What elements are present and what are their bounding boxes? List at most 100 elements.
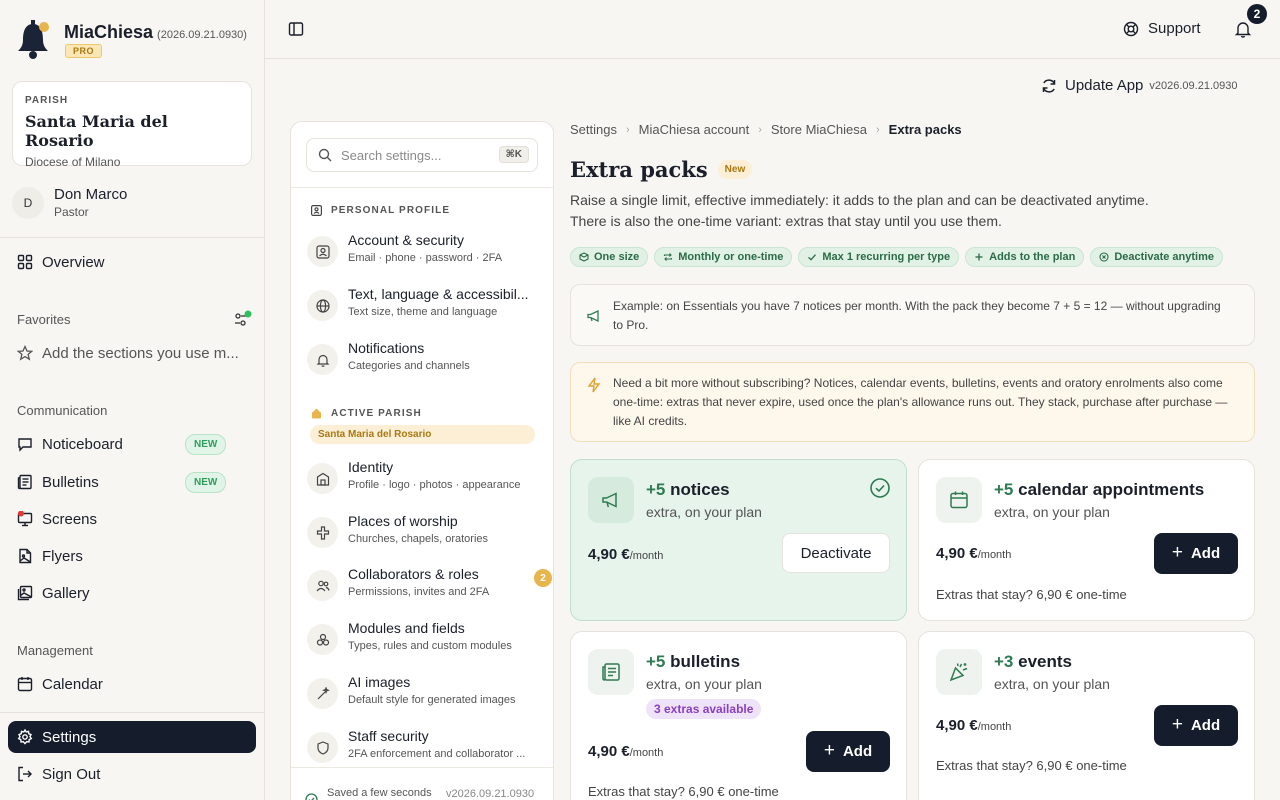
active-check-icon (870, 478, 890, 498)
item-title: Notifications (348, 340, 425, 356)
sidebar-item-label: Screens (42, 510, 98, 528)
item-subtitle: 2FA enforcement and collaborator ... (348, 748, 526, 760)
check-circle-icon (305, 793, 318, 800)
add-button[interactable]: + Add (1154, 705, 1238, 746)
user-profile[interactable]: D Don Marco Pastor (12, 186, 127, 219)
chip-label: Max 1 recurring per type (822, 251, 951, 263)
settings-item-text-language[interactable]: Text, language & accessibil... Text size… (307, 286, 547, 330)
parish-card[interactable]: PARISH Santa Maria del Rosario Diocese o… (12, 81, 252, 169)
breadcrumb-store[interactable]: Store MiaChiesa (771, 122, 867, 137)
pack-price: 4,90 €/month (936, 717, 1011, 734)
support-label: Support (1148, 20, 1201, 37)
plus-icon: + (823, 739, 835, 761)
settings-item-staff-security[interactable]: Staff security 2FA enforcement and colla… (307, 728, 547, 772)
pack-title: +3 events (994, 652, 1072, 672)
add-label: Add (1190, 545, 1221, 562)
count-badge: 2 (534, 569, 552, 587)
megaphone-icon (588, 477, 634, 523)
sidebar-item-label: Flyers (42, 547, 83, 565)
chip-label: Monthly or one-time (678, 251, 784, 263)
description-line: Raise a single limit, effective immediat… (570, 192, 1149, 208)
cross-icon (307, 517, 338, 548)
chip-label: Deactivate anytime (1114, 251, 1214, 263)
brand-logo[interactable] (16, 18, 50, 62)
settings-item-collaborators-roles[interactable]: Collaborators & roles Permissions, invit… (307, 566, 552, 610)
add-label: Add (842, 743, 873, 760)
breadcrumb: Settings › MiaChiesa account › Store MiaCh… (570, 122, 962, 137)
blocks-icon (307, 624, 338, 655)
magic-wand-icon (307, 678, 338, 709)
sidebar-item-label: Noticeboard (42, 435, 123, 453)
divider (291, 187, 553, 188)
megaphone-icon (587, 309, 599, 323)
sidebar-item-label: Settings (42, 728, 97, 746)
chip-adds-to-plan: Adds to the plan (965, 247, 1085, 267)
sidebar-item-label: Calendar (42, 675, 103, 693)
new-badge: NEW (185, 472, 227, 493)
one-time-note: Extras that stay? 6,90 € one-time (936, 758, 1127, 773)
deactivate-button[interactable]: Deactivate (782, 533, 890, 573)
chip-deactivate-anytime: Deactivate anytime (1090, 247, 1223, 267)
pro-badge: PRO (65, 44, 103, 58)
repeat-icon (664, 253, 673, 261)
price-value: 4,90 € (936, 717, 978, 734)
add-button[interactable]: + Add (806, 731, 890, 772)
support-button[interactable]: Support (1123, 20, 1201, 37)
settings-item-ai-images[interactable]: AI images Default style for generated im… (307, 674, 547, 718)
chevron-right-icon: › (625, 123, 630, 136)
grid-icon (17, 254, 33, 270)
favorites-hint-text: Add the sections you use m... (42, 344, 239, 362)
manage-favorites-icon[interactable] (233, 310, 253, 328)
item-title: Account & security (348, 232, 464, 248)
item-subtitle: Permissions, invites and 2FA (348, 586, 490, 598)
divider (291, 767, 553, 768)
update-app-version: v2026.09.21.0930 (1149, 79, 1238, 92)
personal-profile-heading: PERSONAL PROFILE (311, 205, 450, 216)
x-circle-icon (1099, 252, 1109, 262)
update-app-button[interactable]: Update App v2026.09.21.0930 (1041, 77, 1238, 94)
search-placeholder: Search settings... (341, 147, 442, 163)
description-line: There is also the one-time variant: extr… (570, 213, 1002, 229)
item-title: AI images (348, 674, 411, 690)
sidebar-item-gallery[interactable]: Gallery (8, 577, 256, 609)
party-popper-icon (936, 649, 982, 695)
favorites-empty-hint[interactable]: Add the sections you use m... (8, 337, 256, 369)
sidebar-item-overview[interactable]: Overview (8, 246, 256, 278)
box-icon (579, 252, 589, 262)
sidebar-item-settings[interactable]: Settings (8, 721, 256, 753)
search-icon (318, 148, 332, 162)
id-card-icon (311, 205, 322, 216)
sidebar-item-screens[interactable]: Screens (8, 503, 256, 535)
settings-item-places-of-worship[interactable]: Places of worship Churches, chapels, ora… (307, 513, 547, 557)
add-button[interactable]: + Add (1154, 533, 1238, 574)
sidebar-item-calendar[interactable]: Calendar (8, 668, 256, 700)
settings-search-input[interactable]: Search settings... ⌘K (306, 138, 538, 172)
example-callout: Example: on Essentials you have 7 notice… (570, 284, 1255, 346)
settings-version: v2026.09.21.0930 (446, 788, 535, 800)
breadcrumb-account[interactable]: MiaChiesa account (639, 122, 750, 137)
sidebar-toggle-icon[interactable] (288, 21, 304, 37)
building-icon (307, 463, 338, 494)
settings-item-identity[interactable]: Identity Profile · logo · photos · appea… (307, 459, 547, 503)
sidebar-item-flyers[interactable]: Flyers (8, 540, 256, 572)
one-time-note: Extras that stay? 6,90 € one-time (936, 587, 1127, 602)
notifications-bell-icon[interactable] (1234, 20, 1252, 38)
breadcrumb-settings[interactable]: Settings (570, 122, 617, 137)
item-title: Collaborators & roles (348, 566, 479, 582)
pack-subtitle: extra, on your plan (646, 504, 762, 520)
user-role: Pastor (54, 205, 89, 219)
active-parish-heading: ACTIVE PARISH (311, 408, 422, 419)
page-title-text: Extra packs (570, 157, 708, 182)
parish-diocese: Diocese of Milano (25, 155, 121, 169)
chevron-right-icon: › (758, 123, 762, 136)
sidebar-item-signout[interactable]: Sign Out (8, 758, 256, 790)
pack-name: events (1018, 652, 1072, 671)
new-badge: New (717, 160, 753, 179)
settings-item-modules-fields[interactable]: Modules and fields Types, rules and cust… (307, 620, 547, 664)
shield-icon (307, 732, 338, 763)
settings-item-account-security[interactable]: Account & security Email · phone · passw… (307, 232, 547, 276)
settings-item-notifications[interactable]: Notifications Categories and channels (307, 340, 547, 384)
pack-amount: +5 (646, 480, 666, 499)
monitor-icon (17, 511, 33, 527)
newspaper-icon (588, 649, 634, 695)
